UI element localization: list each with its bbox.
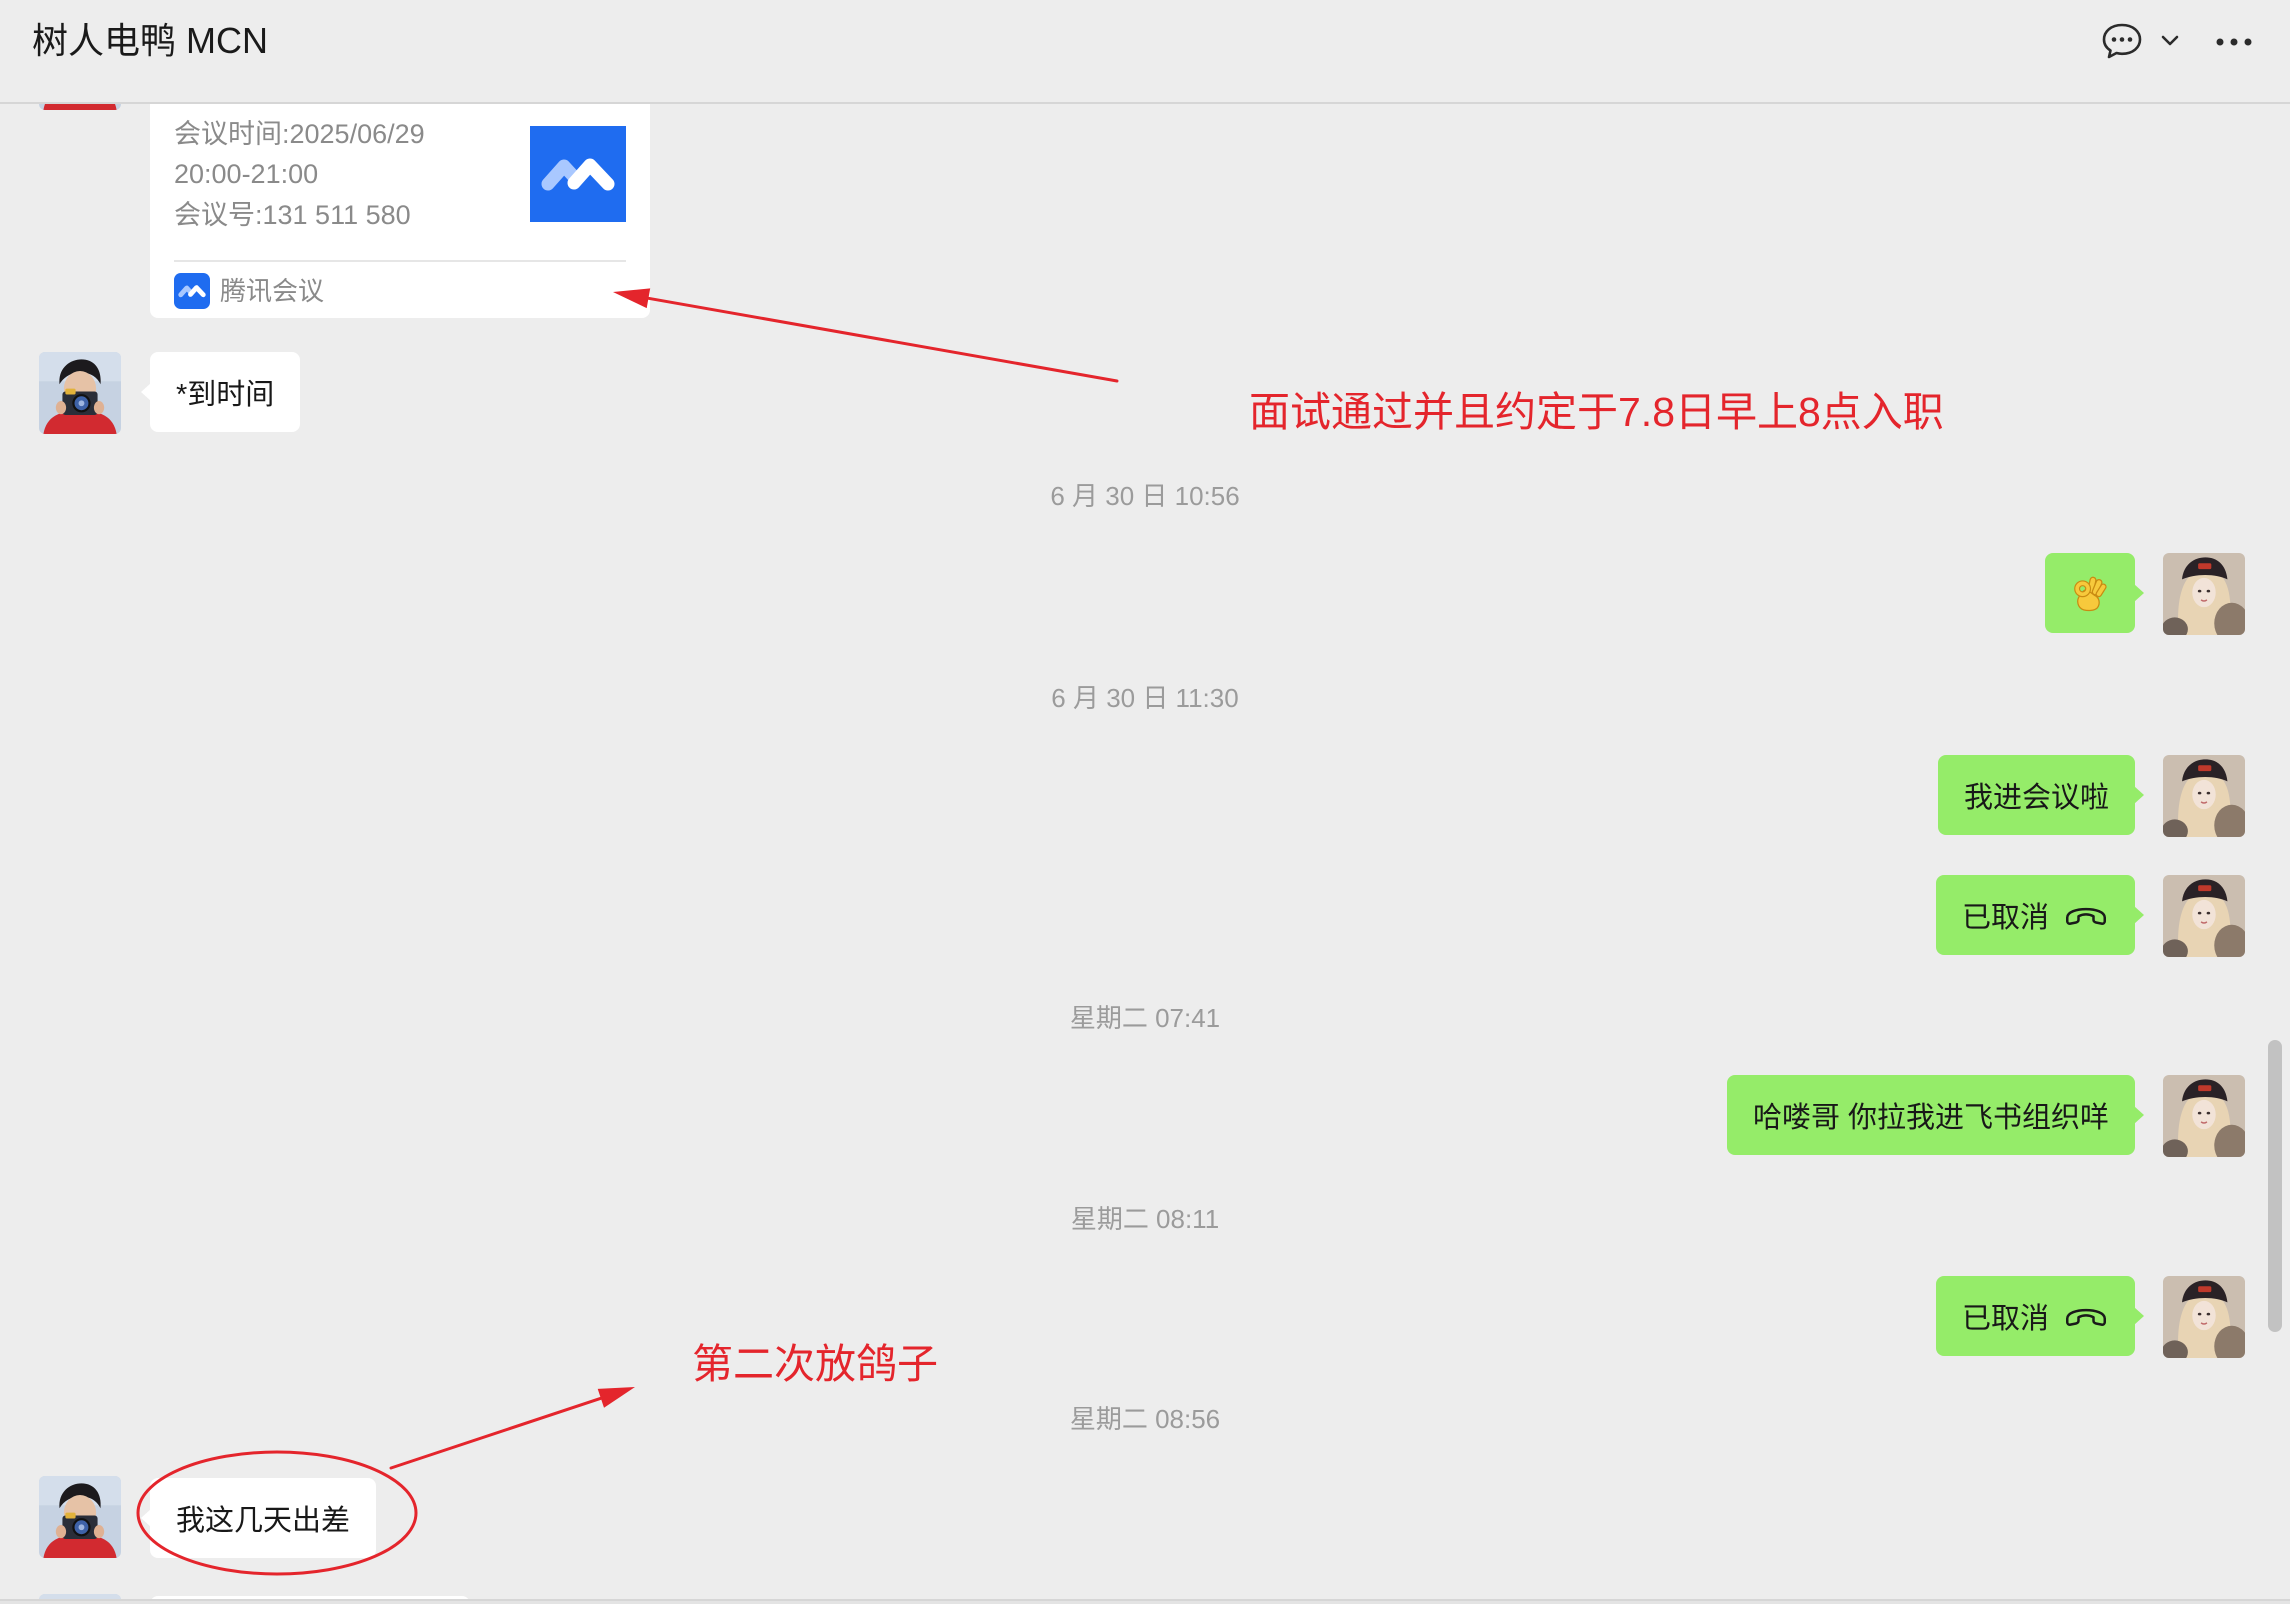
- message-bubble-received[interactable]: *到时间: [140, 352, 301, 432]
- phone-hangup-icon: [2063, 1301, 2109, 1331]
- annotation-note-interview: 面试通过并且约定于7.8日早上8点入职: [1249, 389, 1944, 435]
- ok-hand-emoji-icon: [2074, 576, 2107, 612]
- meeting-id: 会议号:131 511 580: [174, 200, 411, 230]
- message-bubble-sent[interactable]: [2045, 553, 2144, 633]
- chat-title: 树人电鸭 MCN: [32, 20, 268, 61]
- meeting-time-label: 会议时间:2025/06/29: [174, 119, 425, 149]
- chat-window: 树人电鸭 MCN 会议时间:2025/06/29 20:00-21:00 会议号…: [0, 0, 2290, 1604]
- avatar[interactable]: [2163, 875, 2245, 957]
- timestamp: 6 月 30 日 11:30: [1051, 683, 1239, 713]
- meeting-app-name: 腾讯会议: [220, 276, 325, 306]
- avatar-image: [2163, 1276, 2245, 1358]
- annotation-arrow-line: [647, 296, 1119, 383]
- avatar[interactable]: [2163, 1276, 2245, 1358]
- message-bubble-sent[interactable]: 哈喽哥 你拉我进飞书组织咩: [1726, 1075, 2145, 1155]
- avatar-image: [39, 352, 121, 434]
- scrollbar-thumb[interactable]: [2268, 1040, 2282, 1332]
- timestamp: 星期二 08:11: [1070, 1204, 1220, 1234]
- input-area-border: [0, 1599, 2290, 1604]
- avatar[interactable]: [2163, 1075, 2245, 1157]
- tencent-meeting-app-icon: [174, 273, 210, 309]
- annotation-note-second: 第二次放鸽子: [692, 1341, 938, 1387]
- chevron-down-icon[interactable]: [2160, 34, 2180, 48]
- chat-bubble-icon[interactable]: [2100, 21, 2144, 61]
- more-icon[interactable]: [2214, 37, 2254, 47]
- message-bubble-received[interactable]: 我这几天出差: [140, 1478, 377, 1558]
- avatar-image: [39, 1476, 121, 1558]
- avatar-image: [2163, 755, 2245, 837]
- call-cancelled-bubble[interactable]: 已取消: [1935, 1276, 2145, 1356]
- timestamp: 6 月 30 日 10:56: [1050, 481, 1240, 511]
- message-text: *到时间: [176, 379, 275, 411]
- tencent-meeting-logo-icon: [530, 126, 626, 222]
- phone-hangup-icon: [2063, 900, 2109, 930]
- avatar[interactable]: [39, 352, 121, 434]
- message-text: 我进会议啦: [1963, 782, 2109, 814]
- message-text: 哈喽哥 你拉我进飞书组织咩: [1752, 1102, 2109, 1134]
- avatar-image: [2163, 1075, 2245, 1157]
- message-bubble-sent[interactable]: 我进会议啦: [1937, 755, 2145, 835]
- timestamp: 星期二 07:41: [1069, 1003, 1221, 1033]
- card-divider: [174, 260, 626, 262]
- chat-header: 树人电鸭 MCN: [0, 0, 2290, 104]
- message-text: 已取消: [1961, 902, 2049, 934]
- avatar-image: [2163, 553, 2245, 635]
- message-text: 已取消: [1961, 1303, 2049, 1335]
- avatar-image: [2163, 875, 2245, 957]
- timestamp: 星期二 08:56: [1069, 1404, 1221, 1434]
- call-cancelled-bubble[interactable]: 已取消: [1935, 875, 2145, 955]
- avatar[interactable]: [2163, 755, 2245, 837]
- avatar[interactable]: [39, 1476, 121, 1558]
- message-text: 我这几天出差: [176, 1505, 351, 1537]
- avatar[interactable]: [2163, 553, 2245, 635]
- meeting-time-range: 20:00-21:00: [174, 159, 319, 189]
